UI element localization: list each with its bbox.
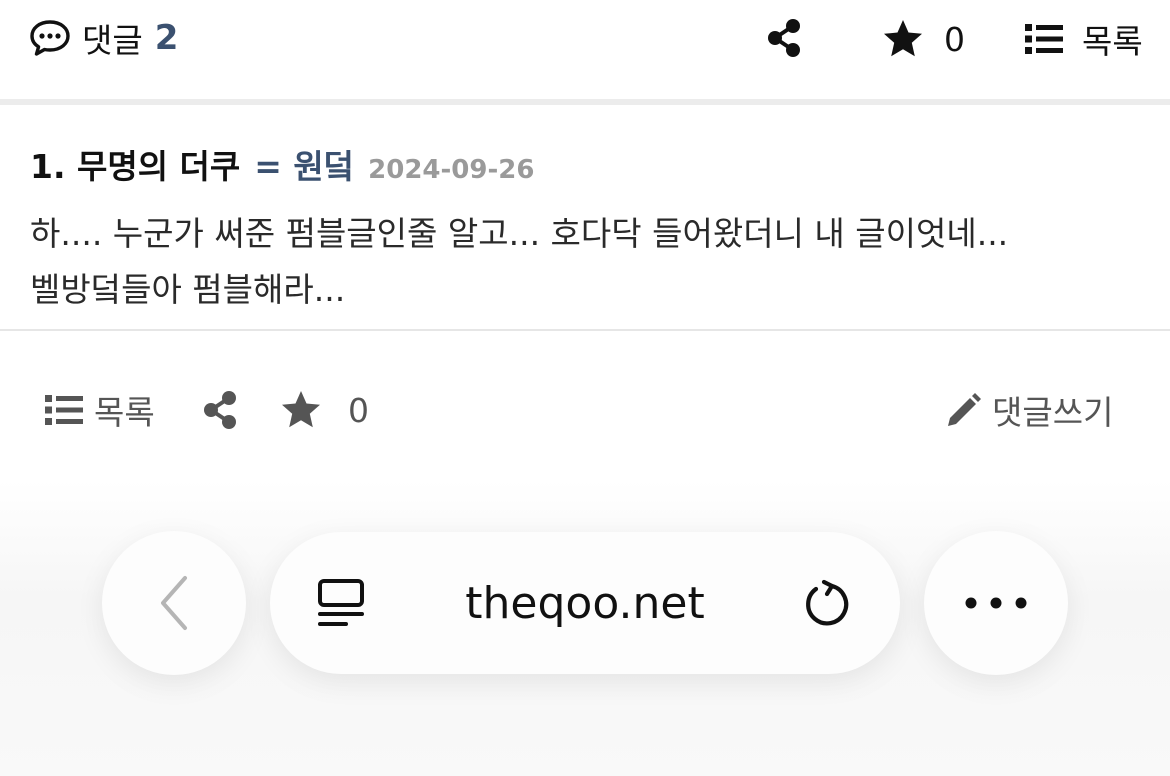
post-toolbar: 댓글 2 0 목록 (0, 0, 1170, 100)
comment-actions-bar: 목록 0 댓글쓰기 (0, 380, 1170, 440)
comment-line: 벨방덬들아 펌블해라... (30, 270, 346, 309)
star-icon (882, 19, 924, 59)
share-button-bottom[interactable] (202, 390, 238, 430)
share-icon (202, 390, 238, 430)
comment-count: 2 (154, 18, 179, 58)
url-text[interactable]: theqoo.net (440, 532, 730, 674)
list-label: 목록 (1082, 22, 1143, 61)
comment-count-button[interactable]: 댓글 2 (28, 16, 178, 60)
star-icon (280, 390, 322, 430)
original-poster-tag: = 원덬 (254, 147, 355, 186)
more-button[interactable] (924, 531, 1068, 675)
share-button[interactable] (766, 18, 802, 58)
address-bar[interactable]: theqoo.net (270, 532, 900, 674)
list-icon (44, 393, 84, 427)
write-comment-label: 댓글쓰기 (992, 393, 1114, 432)
list-button[interactable]: 목록 (1024, 18, 1143, 61)
speech-bubble-icon (28, 16, 72, 60)
comment-header: 1. 무명의 더쿠 = 원덬 2024-09-26 (30, 140, 1140, 186)
comment-divider (0, 329, 1170, 331)
share-icon (766, 18, 802, 58)
comment-author: 1. 무명의 더쿠 (30, 147, 241, 186)
write-comment-button[interactable]: 댓글쓰기 (944, 388, 1113, 432)
comment-line: 하.... 누군가 써준 펌블글인줄 알고... 호다닥 들어왔더니 내 글이엇… (30, 214, 1009, 253)
favorite-count: 0 (944, 19, 965, 59)
favorite-count: 0 (348, 390, 369, 430)
more-dots-icon (964, 596, 1028, 610)
comment-label: 댓글 (82, 21, 143, 60)
back-button[interactable] (102, 531, 246, 675)
comment-date: 2024-09-26 (368, 155, 535, 185)
section-divider (0, 99, 1170, 105)
list-label: 목록 (94, 393, 155, 432)
comment-body: 하.... 누군가 써준 펌블글인줄 알고... 호다닥 들어왔더니 내 글이엇… (30, 206, 1140, 318)
comment-item: 1. 무명의 더쿠 = 원덬 2024-09-26 하.... 누군가 써준 펌… (30, 140, 1140, 318)
pencil-icon (944, 390, 984, 430)
favorite-button[interactable]: 0 (882, 18, 965, 60)
reader-icon[interactable] (316, 578, 366, 628)
chevron-left-icon (154, 573, 194, 633)
reload-icon[interactable] (802, 578, 852, 628)
favorite-button-bottom[interactable]: 0 (280, 388, 369, 432)
list-icon (1024, 22, 1064, 56)
list-button-bottom[interactable]: 목록 (44, 388, 155, 432)
